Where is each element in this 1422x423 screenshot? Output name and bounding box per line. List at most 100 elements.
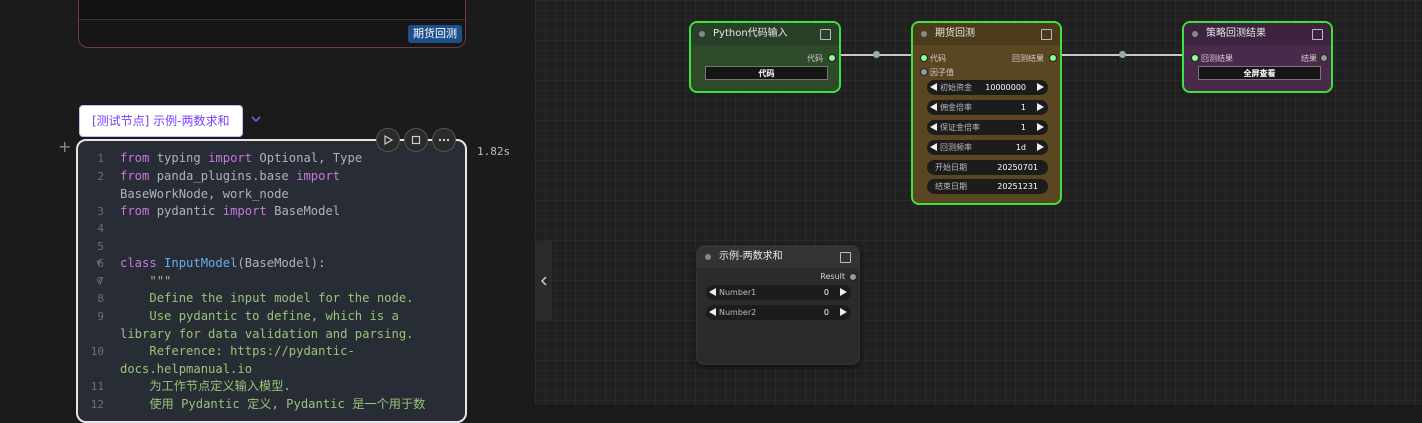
widget-label: 初始资金 bbox=[940, 83, 972, 92]
collapse-panel-button[interactable] bbox=[535, 241, 552, 321]
increment-icon[interactable] bbox=[1037, 143, 1044, 151]
fullscreen-view-button[interactable]: 全屏查看 bbox=[1198, 66, 1321, 80]
reroute-point[interactable] bbox=[873, 51, 880, 58]
decrement-icon[interactable] bbox=[930, 103, 937, 111]
input-label-factor: 因子值 bbox=[930, 68, 954, 77]
line-number: 2 bbox=[97, 170, 104, 183]
code-button[interactable]: 代码 bbox=[705, 66, 828, 80]
more-icon[interactable] bbox=[432, 128, 456, 152]
run-icon[interactable] bbox=[376, 128, 400, 152]
output-port[interactable] bbox=[828, 54, 836, 62]
node-tag-button[interactable]: [测试节点] 示例-两数求和 bbox=[79, 105, 243, 137]
widget-value: 1d bbox=[1015, 143, 1026, 152]
increment-icon[interactable] bbox=[840, 288, 847, 296]
edit-icon[interactable] bbox=[840, 252, 851, 263]
node-sum-example[interactable]: 示例-两数求和 Result Number1 0 Number2 0 bbox=[696, 245, 860, 365]
stop-icon[interactable] bbox=[404, 128, 428, 152]
widget-label: 回测频率 bbox=[940, 143, 972, 152]
widget-value: 1 bbox=[1020, 103, 1026, 112]
increment-icon[interactable] bbox=[1037, 83, 1044, 91]
node-status-dot bbox=[1192, 31, 1198, 37]
node-header[interactable]: 示例-两数求和 bbox=[697, 246, 859, 268]
widget-number1[interactable]: Number1 0 bbox=[706, 285, 851, 300]
increment-icon[interactable] bbox=[840, 308, 847, 316]
add-cell-icon[interactable]: + bbox=[58, 139, 71, 155]
edit-icon[interactable] bbox=[1312, 29, 1323, 40]
input-label-code: 代码 bbox=[930, 54, 946, 63]
fold-icon[interactable]: v bbox=[96, 255, 101, 273]
fold-icon[interactable]: v bbox=[96, 273, 101, 291]
code-editor[interactable]: 1 from typing import Optional, Type 2 from … bbox=[76, 139, 467, 423]
node-python-input[interactable]: Python代码输入 代码 代码 bbox=[689, 21, 841, 93]
node-futures-backtest[interactable]: 期货回测 代码 回测结果 因子值 初始资金 10000000 佣金倍率 1 保证… bbox=[911, 21, 1062, 205]
output-port[interactable] bbox=[849, 273, 857, 281]
previous-cell-output bbox=[79, 0, 465, 20]
code-text: class InputModel(BaseModel): bbox=[120, 256, 326, 270]
output-label: Result bbox=[820, 272, 845, 281]
line-number: 1 bbox=[97, 152, 104, 165]
node-status-dot bbox=[921, 31, 927, 37]
widget-backtest-frequency[interactable]: 回测频率 1d bbox=[927, 140, 1048, 155]
decrement-icon[interactable] bbox=[709, 288, 716, 296]
chevron-left-icon bbox=[540, 276, 547, 286]
widget-value: 20250701 bbox=[997, 163, 1038, 172]
line-number: 3 bbox=[97, 205, 104, 218]
widget-value: 1 bbox=[1020, 123, 1026, 132]
decrement-icon[interactable] bbox=[930, 123, 937, 131]
node-status-dot bbox=[705, 254, 711, 260]
code-text: Use pydantic to define, which is a libra… bbox=[120, 309, 414, 341]
reroute-point[interactable] bbox=[1119, 51, 1126, 58]
input-port[interactable] bbox=[1191, 54, 1199, 62]
widget-end-date[interactable]: 结束日期 20251231 bbox=[927, 179, 1048, 194]
node-title: 期货回测 bbox=[935, 28, 975, 39]
execution-time: 1.82s bbox=[477, 145, 511, 158]
node-status-dot bbox=[699, 31, 705, 37]
widget-value: 10000000 bbox=[985, 83, 1026, 92]
output-port-result[interactable] bbox=[1049, 54, 1057, 62]
input-port-code[interactable] bbox=[920, 54, 928, 62]
prev-cell-tag[interactable]: 期货回测 bbox=[408, 25, 462, 43]
widget-number2[interactable]: Number2 0 bbox=[706, 305, 851, 320]
widget-margin-multiplier[interactable]: 保证金倍率 1 bbox=[927, 120, 1048, 135]
line-number: 11 bbox=[90, 380, 104, 393]
widget-value: 0 bbox=[823, 288, 829, 297]
widget-label: 结束日期 bbox=[935, 182, 967, 191]
code-text: Define the input model for the node. bbox=[120, 291, 414, 305]
increment-icon[interactable] bbox=[1037, 103, 1044, 111]
decrement-icon[interactable] bbox=[930, 143, 937, 151]
node-header[interactable]: Python代码输入 bbox=[691, 23, 839, 45]
line-number: 10 bbox=[90, 345, 104, 358]
code-text: 为工作节点定义输入模型. bbox=[120, 379, 291, 393]
node-strategy-result[interactable]: 策略回测结果 回测结果 结果 全屏查看 bbox=[1182, 21, 1333, 93]
widget-label: Number2 bbox=[719, 308, 757, 317]
node-title: 示例-两数求和 bbox=[719, 251, 783, 262]
line-number: 8 bbox=[97, 292, 104, 305]
widget-value: 0 bbox=[823, 308, 829, 317]
widget-label: 保证金倍率 bbox=[940, 123, 980, 132]
widget-commission-multiplier[interactable]: 佣金倍率 1 bbox=[927, 100, 1048, 115]
code-text: """ bbox=[120, 274, 172, 288]
widget-start-date[interactable]: 开始日期 20250701 bbox=[927, 160, 1048, 175]
edit-icon[interactable] bbox=[820, 29, 831, 40]
node-title: 策略回测结果 bbox=[1206, 28, 1266, 39]
code-text: from pydantic import BaseModel bbox=[120, 204, 341, 218]
node-header[interactable]: 策略回测结果 bbox=[1184, 23, 1331, 45]
chevron-down-icon[interactable] bbox=[250, 113, 262, 125]
widget-label: Number1 bbox=[719, 288, 757, 297]
widget-label: 开始日期 bbox=[935, 163, 967, 172]
node-title: Python代码输入 bbox=[713, 28, 788, 39]
decrement-icon[interactable] bbox=[930, 83, 937, 91]
code-text: from typing import Optional, Type bbox=[120, 151, 363, 165]
widget-label: 佣金倍率 bbox=[940, 103, 972, 112]
output-label-result: 回测结果 bbox=[1012, 54, 1044, 63]
edit-icon[interactable] bbox=[1041, 29, 1052, 40]
code-text: from panda_plugins.base import BaseWorkN… bbox=[120, 169, 341, 201]
increment-icon[interactable] bbox=[1037, 123, 1044, 131]
node-header[interactable]: 期货回测 bbox=[913, 23, 1060, 45]
decrement-icon[interactable] bbox=[709, 308, 716, 316]
line-number: 5 bbox=[97, 240, 104, 253]
input-port-factor[interactable] bbox=[920, 68, 928, 76]
output-label: 代码 bbox=[807, 54, 823, 63]
widget-initial-capital[interactable]: 初始资金 10000000 bbox=[927, 80, 1048, 95]
output-port[interactable] bbox=[1320, 54, 1328, 62]
